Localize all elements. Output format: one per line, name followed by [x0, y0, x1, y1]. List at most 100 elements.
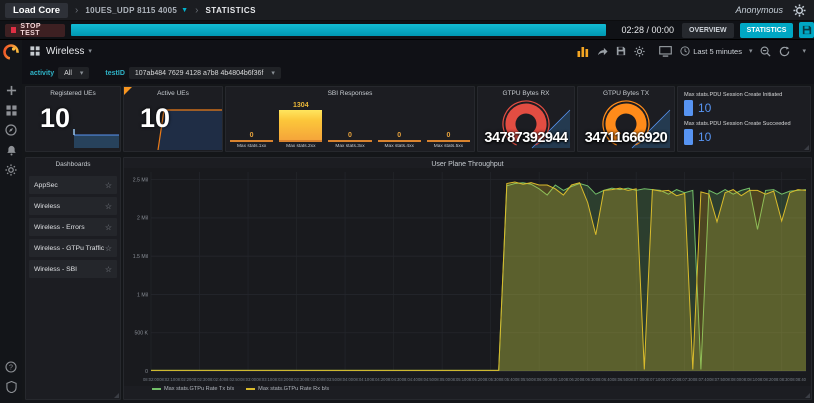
chevron-down-icon[interactable]: ▾: [88, 47, 92, 55]
sbi-bar-label: Max stats.5xx: [434, 144, 463, 149]
svg-text:08:07:10: 08:07:10: [644, 377, 661, 382]
shield-icon[interactable]: [4, 380, 18, 394]
dashboard-content: Registered UEs 10 Active UEs 10 SBI Resp…: [22, 84, 814, 403]
chevron-down-icon[interactable]: ▼: [181, 7, 188, 14]
breadcrumb-test-name[interactable]: 10UES_UDP 8115 4005: [85, 6, 177, 15]
sbi-bar-label: Max stats.1xx: [237, 144, 266, 149]
star-icon[interactable]: ☆: [105, 202, 112, 211]
registered-ues-panel[interactable]: Registered UEs 10: [25, 86, 121, 152]
panel-title[interactable]: User Plane Throughput: [124, 158, 811, 168]
sbi-bar-value: 0: [397, 132, 401, 139]
stop-test-label: STOP TEST: [20, 23, 58, 37]
sbi-bar: [279, 110, 322, 140]
legend-swatch: [152, 388, 161, 390]
testid-filter-select[interactable]: 107ab484 7629 4128 a7b8 4b4804b6f36f ▾: [129, 67, 281, 79]
panel-settings-gear-icon[interactable]: [634, 46, 645, 57]
svg-text:08:07:50: 08:07:50: [709, 377, 726, 382]
gear-icon[interactable]: [793, 4, 806, 17]
gtpu-bytes-rx-panel[interactable]: GTPU Bytes RX 34787392944: [477, 86, 575, 152]
active-ues-panel[interactable]: Active UEs 10: [123, 86, 223, 152]
pdu-session-panel[interactable]: Max stats.PDU Session Create Initiated 1…: [677, 86, 811, 152]
panel-title[interactable]: Dashboards: [26, 158, 120, 168]
dashboard-list-item[interactable]: Wireless☆: [29, 197, 117, 215]
svg-text:08:04:20: 08:04:20: [369, 377, 386, 382]
username-label[interactable]: Anonymous: [735, 5, 783, 15]
add-icon[interactable]: [4, 83, 18, 97]
sbi-bar-baseline: [427, 140, 470, 142]
svg-text:08:05:50: 08:05:50: [515, 377, 532, 382]
chevron-down-icon: ▾: [749, 47, 753, 55]
testid-filter-value: 107ab484 7629 4128 a7b8 4b4804b6f36f: [135, 70, 263, 77]
svg-text:08:08:30: 08:08:30: [774, 377, 791, 382]
breadcrumb-separator: ›: [75, 5, 78, 16]
dashboard-item-label: Wireless: [34, 203, 105, 210]
panel-title[interactable]: GTPU Bytes RX: [478, 87, 574, 97]
sbi-bar-gauge: 0Max stats.1xx1304Max stats.2xx0Max stat…: [230, 99, 470, 149]
svg-text:08:08:00: 08:08:00: [725, 377, 742, 382]
sbi-bar-column: 0Max stats.3xx: [328, 99, 371, 149]
settings-gear-icon[interactable]: [4, 163, 18, 177]
legend-item[interactable]: Max stats.GTPu Rate Rx b/s: [246, 386, 329, 392]
save-dashboard-icon[interactable]: [616, 46, 626, 56]
star-icon[interactable]: ☆: [105, 265, 112, 274]
sbi-bar-baseline: [378, 140, 421, 142]
breadcrumb-page: STATISTICS: [205, 6, 255, 15]
svg-text:1.5 Mil: 1.5 Mil: [133, 254, 148, 260]
sbi-bar-label: Max stats.2xx: [286, 144, 315, 149]
explore-compass-icon[interactable]: [4, 123, 18, 137]
dashboard-name[interactable]: Wireless: [46, 46, 84, 57]
pdu-succeeded-value: 10: [698, 130, 711, 144]
gtpu-bytes-tx-panel[interactable]: GTPU Bytes TX 34711666920: [577, 86, 675, 152]
testid-filter-label: testID: [105, 70, 124, 77]
share-icon[interactable]: [597, 46, 608, 57]
time-range-picker[interactable]: Last 5 minutes ▾: [680, 46, 752, 56]
bell-icon[interactable]: [4, 143, 18, 157]
dashboard-list-item[interactable]: AppSec☆: [29, 176, 117, 194]
sbi-bar-column: 0Max stats.4xx: [378, 99, 421, 149]
svg-text:2 Mil: 2 Mil: [137, 216, 148, 222]
dashboard-toolbar: Wireless ▾ Last 5 minutes ▾: [22, 40, 814, 62]
panel-title[interactable]: Active UEs: [124, 87, 222, 97]
save-button[interactable]: [799, 22, 814, 38]
chevron-down-icon: ▾: [271, 69, 275, 77]
dashboard-list-item[interactable]: Wireless - GTPu Traffic☆: [29, 239, 117, 257]
test-progress-bar: [71, 24, 606, 36]
panel-title[interactable]: GTPU Bytes TX: [578, 87, 674, 97]
grafana-logo-icon[interactable]: [3, 44, 19, 60]
gtpu-tx-value: 34711666920: [578, 130, 674, 146]
refresh-interval-caret[interactable]: ▾: [802, 47, 806, 55]
dashboards-icon[interactable]: [4, 103, 18, 117]
svg-text:08:03:00: 08:03:00: [240, 377, 257, 382]
svg-text:08:05:30: 08:05:30: [483, 377, 500, 382]
star-icon[interactable]: ☆: [105, 181, 112, 190]
dashboard-list-item[interactable]: Wireless - SBI☆: [29, 260, 117, 278]
dashboards-panel[interactable]: Dashboards AppSec☆Wireless☆Wireless - Er…: [25, 157, 121, 400]
activity-filter-select[interactable]: All ▾: [58, 67, 89, 79]
tv-mode-icon[interactable]: [659, 46, 672, 57]
stop-test-button[interactable]: STOP TEST: [5, 24, 65, 37]
panel-title[interactable]: Registered UEs: [26, 87, 120, 97]
svg-text:08:03:30: 08:03:30: [289, 377, 306, 382]
statistics-button[interactable]: STATISTICS: [740, 23, 794, 38]
refresh-icon[interactable]: [779, 46, 790, 57]
dashboard-list-item[interactable]: Wireless - Errors☆: [29, 218, 117, 236]
pdu-initiated-value: 10: [698, 101, 711, 115]
svg-text:08:08:40: 08:08:40: [790, 377, 807, 382]
svg-text:08:06:10: 08:06:10: [547, 377, 564, 382]
sbi-responses-panel[interactable]: SBI Responses 0Max stats.1xx1304Max stat…: [225, 86, 475, 152]
svg-text:08:06:20: 08:06:20: [564, 377, 581, 382]
legend-item[interactable]: Max stats.GTPu Rate Tx b/s: [152, 386, 234, 392]
help-icon[interactable]: ?: [4, 360, 18, 374]
brand-logo[interactable]: Load Core: [5, 3, 68, 18]
zoom-out-icon[interactable]: [760, 46, 771, 57]
svg-text:08:02:30: 08:02:30: [192, 377, 209, 382]
panel-title[interactable]: SBI Responses: [226, 87, 474, 97]
svg-text:08:05:00: 08:05:00: [434, 377, 451, 382]
add-panel-icon[interactable]: [577, 46, 589, 57]
user-plane-throughput-panel[interactable]: User Plane Throughput 0500 K1 Mil1.5 Mil…: [123, 157, 812, 400]
star-icon[interactable]: ☆: [105, 244, 112, 253]
overview-button[interactable]: OVERVIEW: [682, 23, 734, 38]
throughput-chart[interactable]: 0500 K1 Mil1.5 Mil2 Mil2.5 Mil08:02:0008…: [124, 168, 811, 386]
star-icon[interactable]: ☆: [105, 223, 112, 232]
svg-text:0: 0: [145, 369, 148, 375]
